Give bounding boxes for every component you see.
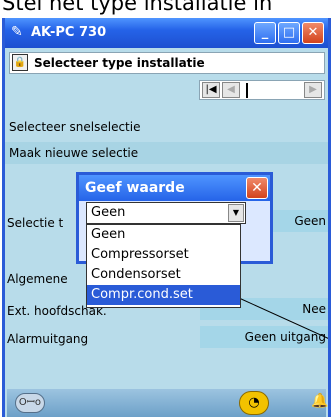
new-selection-label: Maak nieuwe selectie bbox=[9, 146, 139, 160]
general-label: Algemene bbox=[7, 272, 68, 286]
title-bar: ✎ AK-PC 730 _ □ ✕ bbox=[5, 18, 328, 48]
dropdown-option-compr-cond-set[interactable]: Compr.cond.set bbox=[87, 285, 240, 305]
dropdown-option-geen[interactable]: Geen bbox=[87, 225, 240, 245]
value-dropdown-list: Geen Compressorset Condensorset Compr.co… bbox=[86, 224, 241, 308]
combo-value: Geen bbox=[91, 205, 126, 220]
page-header: 🔒 Selecteer type installatie bbox=[9, 52, 325, 74]
maximize-button[interactable]: □ bbox=[278, 22, 300, 44]
dialog-close-button[interactable]: ✕ bbox=[246, 177, 268, 199]
window-title: AK-PC 730 bbox=[31, 25, 107, 40]
dropdown-option-condensorset[interactable]: Condensorset bbox=[87, 265, 240, 285]
page-title: Selecteer type installatie bbox=[34, 56, 205, 70]
first-page-button[interactable]: |◀ bbox=[202, 82, 220, 98]
lock-icon[interactable]: 🔒 bbox=[12, 54, 28, 71]
page-cursor bbox=[246, 83, 248, 98]
glasses-icon[interactable]: Oꟷo bbox=[15, 393, 45, 413]
previous-page-button[interactable]: ◀ bbox=[222, 82, 240, 98]
selection-type-label: Selectie t bbox=[7, 216, 64, 230]
page-navigator: |◀ ◀ ▶ bbox=[199, 80, 325, 100]
alarm-bell-icon[interactable]: 🔔 bbox=[311, 393, 328, 409]
dialog-title: Geef waarde bbox=[79, 175, 270, 201]
next-page-button[interactable]: ▶ bbox=[304, 82, 322, 98]
close-button[interactable]: ✕ bbox=[302, 22, 324, 44]
value-combobox[interactable]: Geen ▼ bbox=[86, 202, 246, 224]
chevron-down-icon[interactable]: ▼ bbox=[228, 204, 244, 222]
minimize-button[interactable]: _ bbox=[254, 22, 276, 44]
alarm-output-label: Alarmuitgang bbox=[7, 332, 89, 346]
new-selection-row[interactable]: Maak nieuwe selectie bbox=[5, 142, 328, 164]
page-caption: Stel het type installatie in bbox=[0, 0, 335, 15]
quick-select-label: Selecteer snelselectie bbox=[9, 120, 141, 134]
alarm-output-value[interactable]: Geen uitgang bbox=[200, 326, 328, 348]
bottom-toolbar: Oꟷo ◔ 🔔 bbox=[7, 389, 328, 417]
clock-icon[interactable]: ◔ bbox=[239, 391, 269, 415]
app-icon: ✎ bbox=[11, 24, 23, 40]
dropdown-option-compressorset[interactable]: Compressorset bbox=[87, 245, 240, 265]
